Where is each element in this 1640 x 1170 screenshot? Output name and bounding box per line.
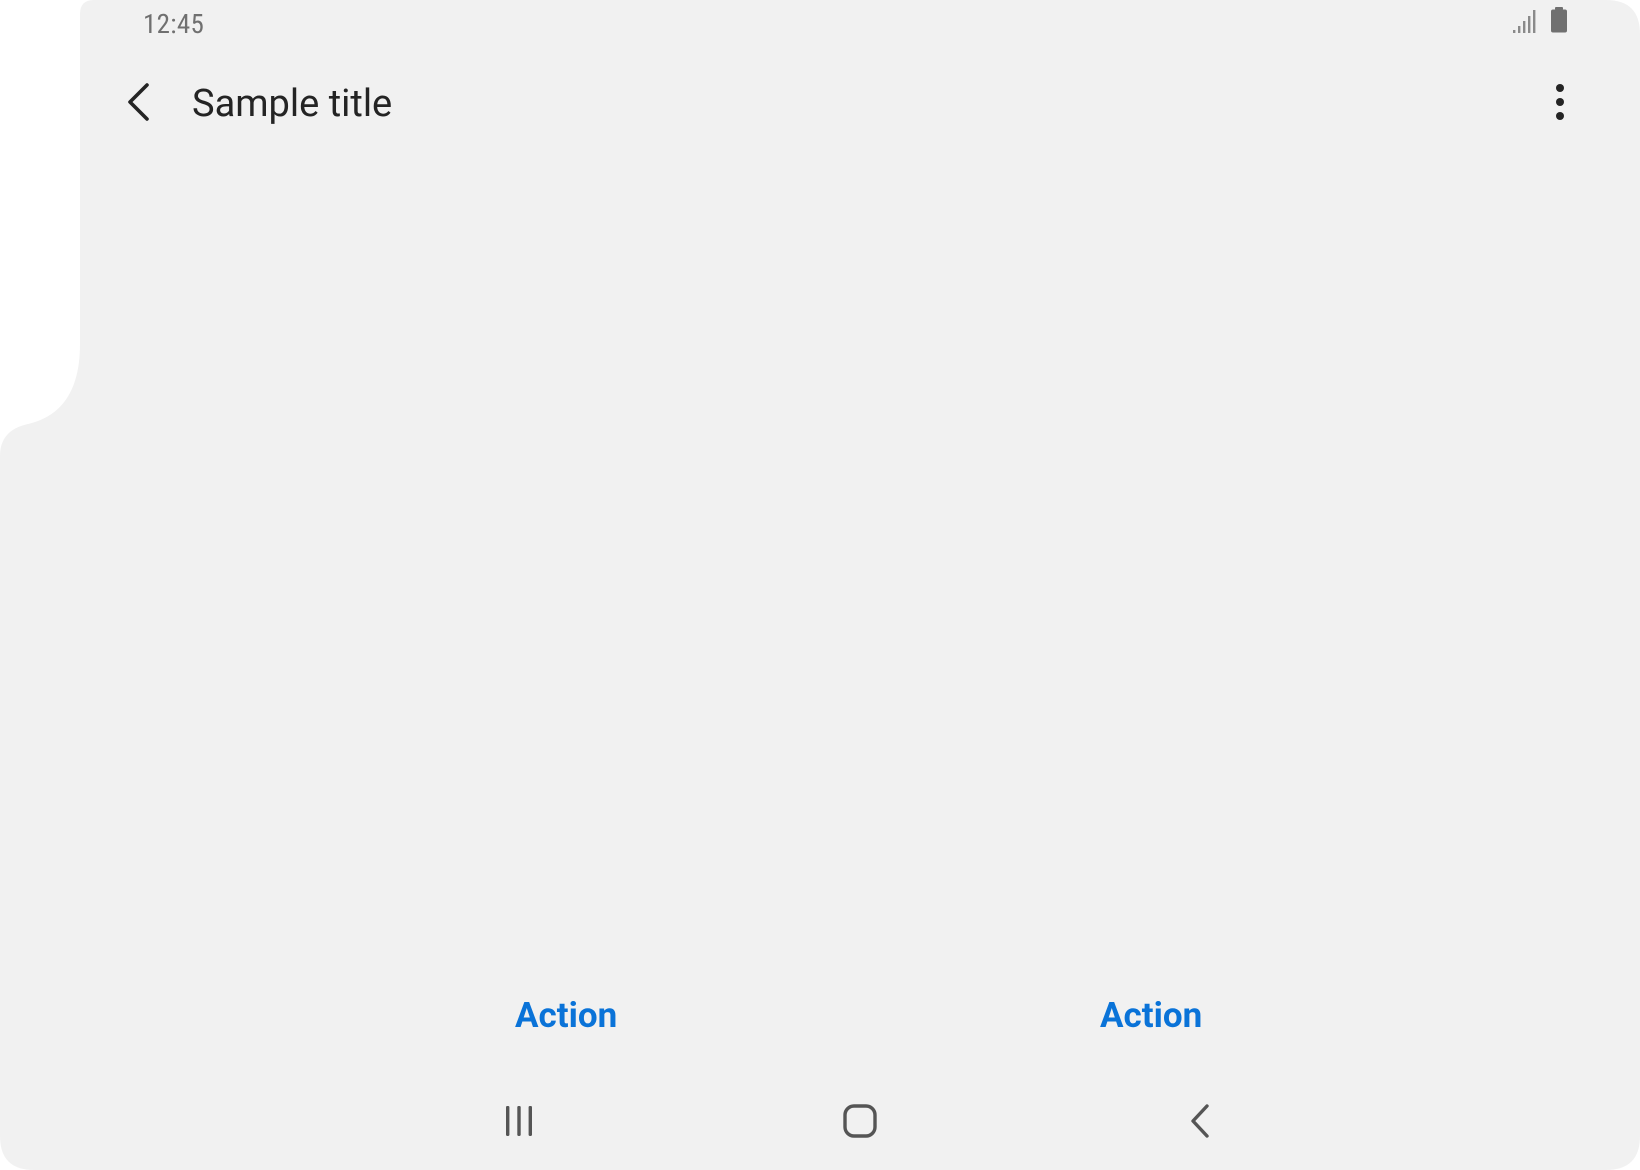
navigation-bar xyxy=(0,1090,1640,1156)
device-background xyxy=(0,0,1640,1170)
status-time: 12:45 xyxy=(143,8,205,40)
app-bar: Sample title xyxy=(80,62,1600,146)
device-screen: 12:45 Sample title Action Action xyxy=(0,0,1640,1170)
system-back-button[interactable] xyxy=(1168,1090,1234,1156)
page-title: Sample title xyxy=(192,82,393,126)
more-vert-icon xyxy=(1554,84,1566,124)
status-icons xyxy=(1512,7,1568,37)
recents-icon xyxy=(503,1105,535,1141)
action-button-right[interactable]: Action xyxy=(1100,990,1202,1042)
home-button[interactable] xyxy=(827,1090,893,1156)
home-icon xyxy=(842,1103,878,1143)
back-button[interactable] xyxy=(114,78,166,130)
action-button-left[interactable]: Action xyxy=(515,990,617,1042)
recents-button[interactable] xyxy=(486,1090,552,1156)
more-options-button[interactable] xyxy=(1534,78,1586,130)
signal-icon xyxy=(1512,9,1538,37)
chevron-left-icon xyxy=(125,82,155,126)
back-icon xyxy=(1188,1103,1214,1143)
battery-icon xyxy=(1550,7,1568,37)
